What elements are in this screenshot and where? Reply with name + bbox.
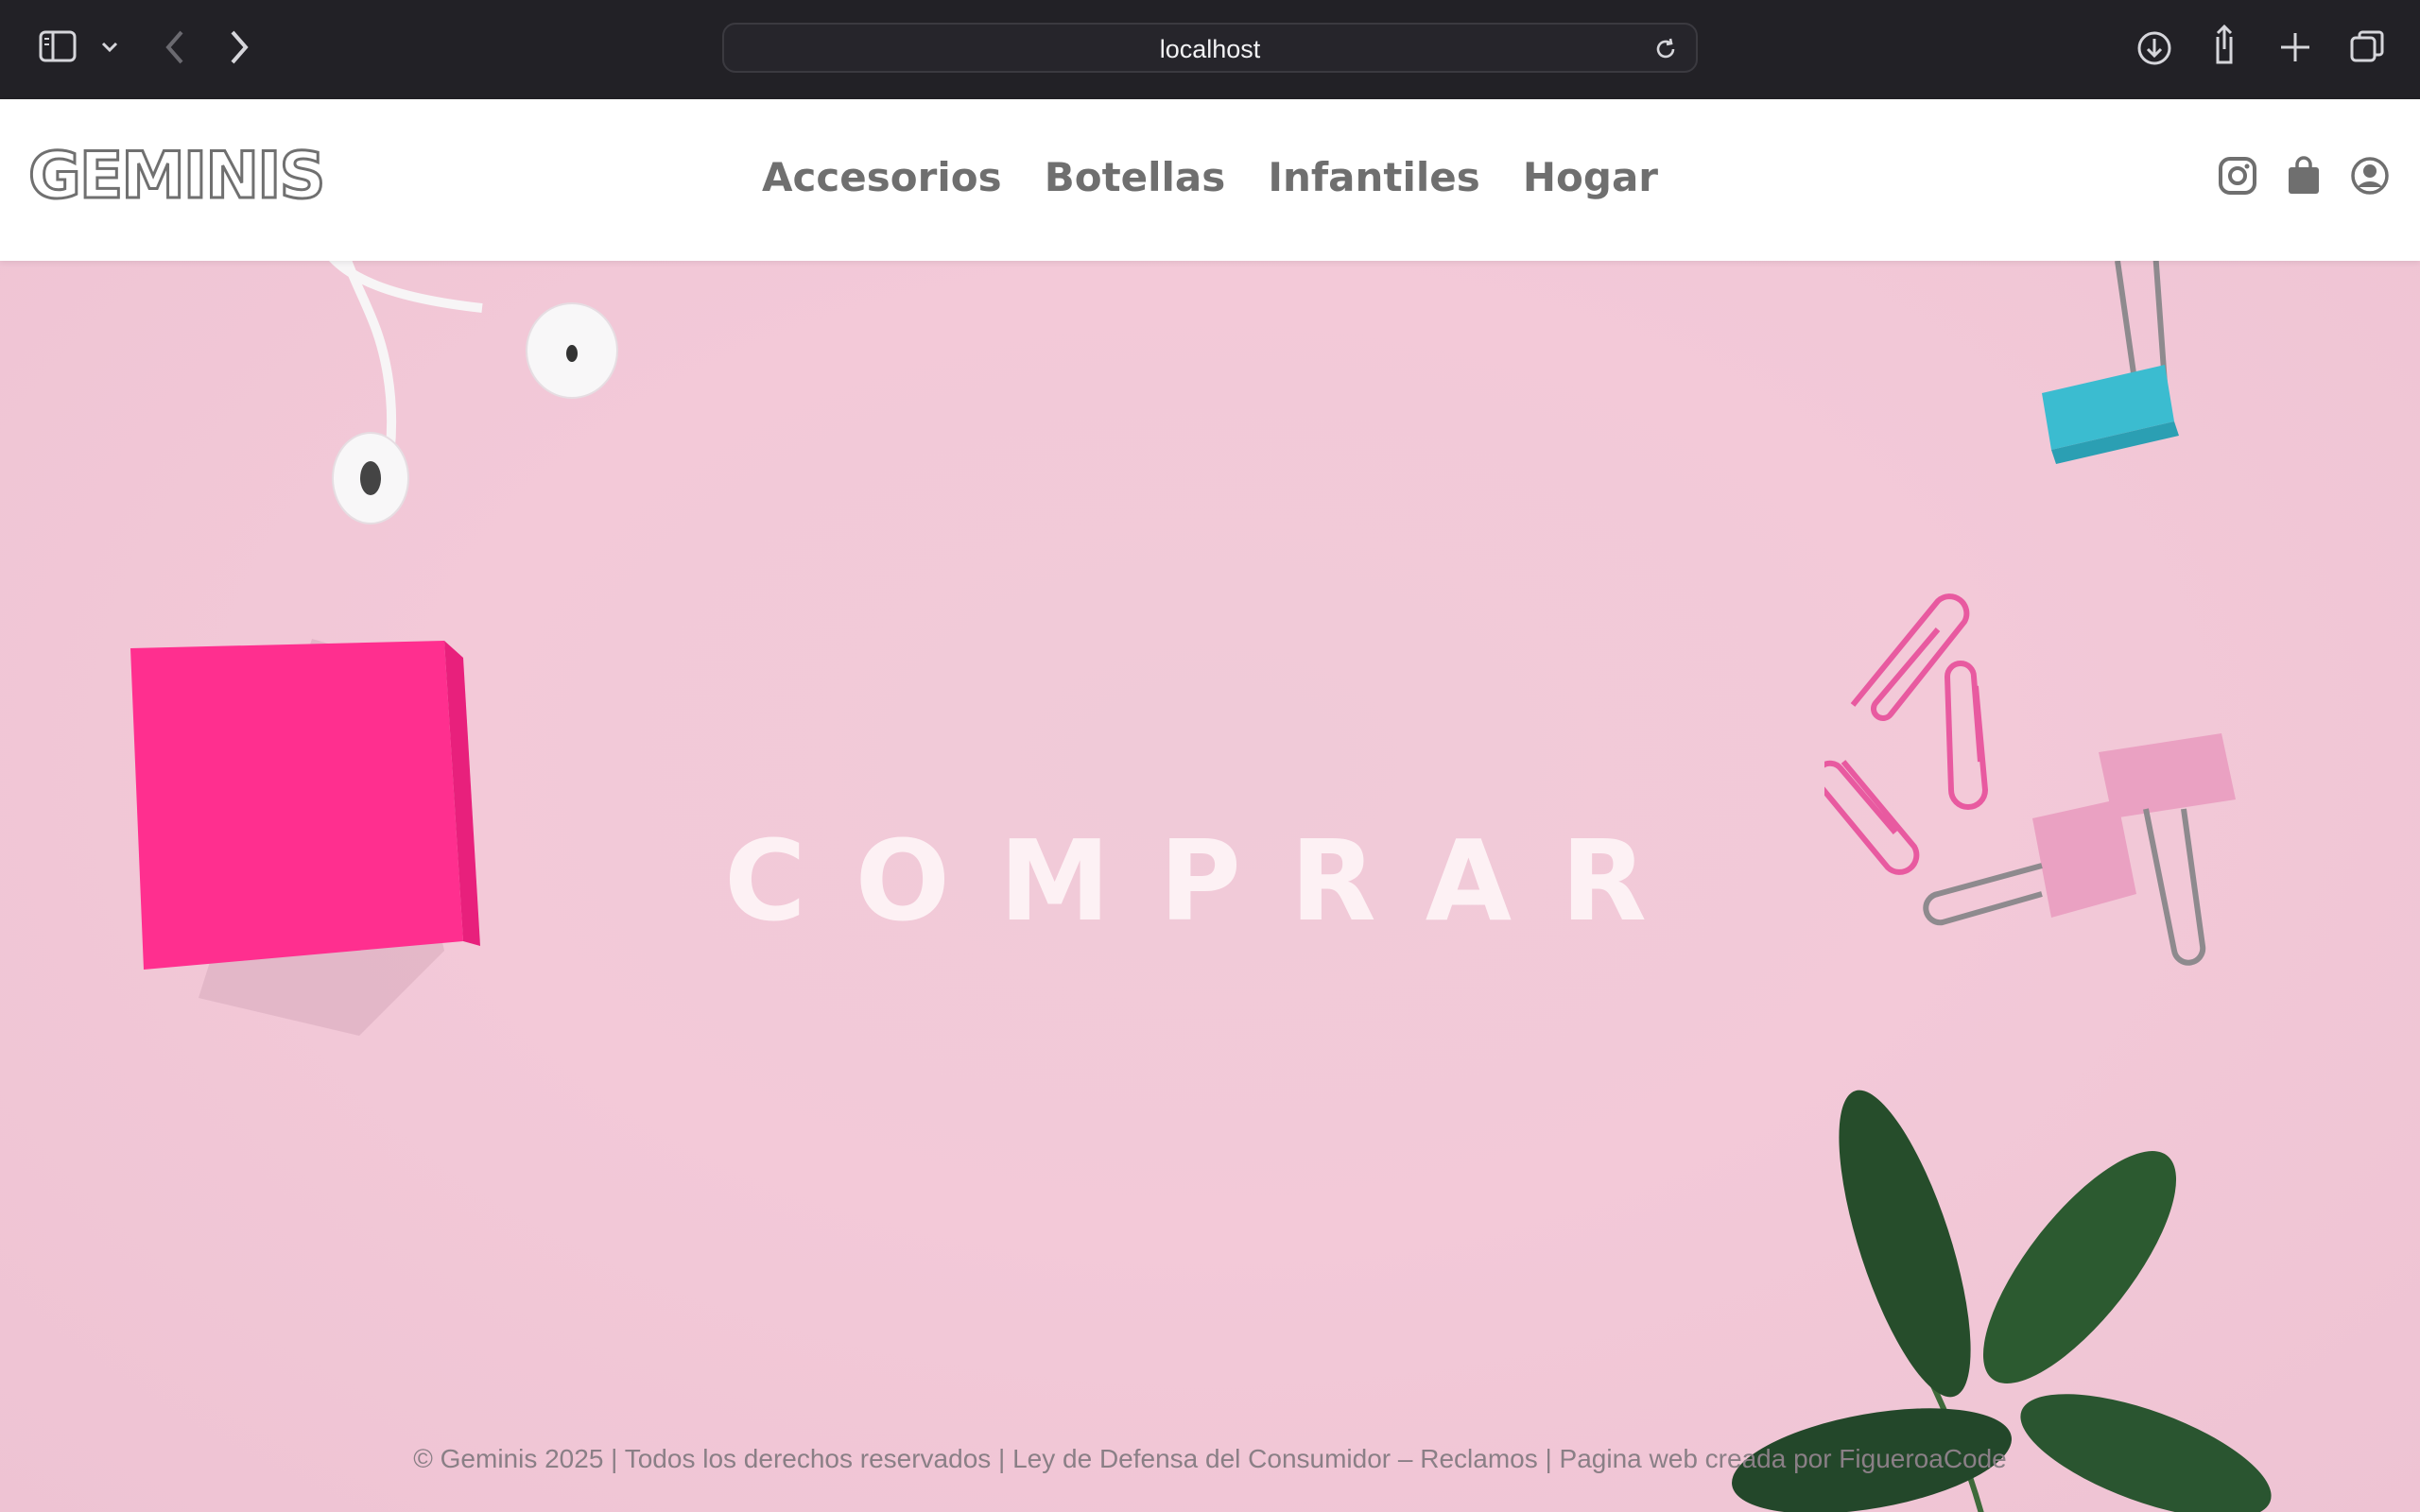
instagram-icon[interactable] <box>2218 156 2257 199</box>
reload-icon[interactable] <box>1652 36 1679 66</box>
earbuds-image <box>329 261 618 524</box>
nav-infantiles[interactable]: Infantiles <box>1268 154 1479 200</box>
user-icon[interactable] <box>2350 156 2390 199</box>
nav-hogar[interactable]: Hogar <box>1523 154 1658 200</box>
back-icon[interactable] <box>161 26 189 72</box>
browser-toolbar: localhost <box>0 0 2420 99</box>
binder-clip-blue-image <box>2042 261 2179 464</box>
address-bar[interactable]: localhost <box>722 23 1698 73</box>
plus-icon[interactable] <box>2276 28 2314 70</box>
nav-botellas[interactable]: Botellas <box>1045 154 1226 200</box>
site-header: GEMINIS Accesorios Botellas Infantiles H… <box>0 99 2420 261</box>
chevron-down-icon[interactable] <box>98 36 121 62</box>
forward-icon[interactable] <box>225 26 253 72</box>
url-text: localhost <box>1159 35 1261 63</box>
nav-accesorios[interactable]: Accesorios <box>762 154 1002 200</box>
footer-text: © Geminis 2025 | Todos los derechos rese… <box>413 1444 2007 1473</box>
shopping-bag-icon[interactable] <box>2286 156 2322 199</box>
hero-title-comprar[interactable]: COMPRAR <box>0 816 2420 946</box>
hero-banner: COMPRAR © Geminis 2025 | Todos los derec… <box>0 261 2420 1512</box>
main-nav: Accesorios Botellas Infantiles Hogar <box>0 154 2420 200</box>
sidebar-icon[interactable] <box>38 26 78 70</box>
download-icon[interactable] <box>2135 28 2174 72</box>
tabs-icon[interactable] <box>2348 28 2386 70</box>
share-icon[interactable] <box>2205 23 2243 70</box>
